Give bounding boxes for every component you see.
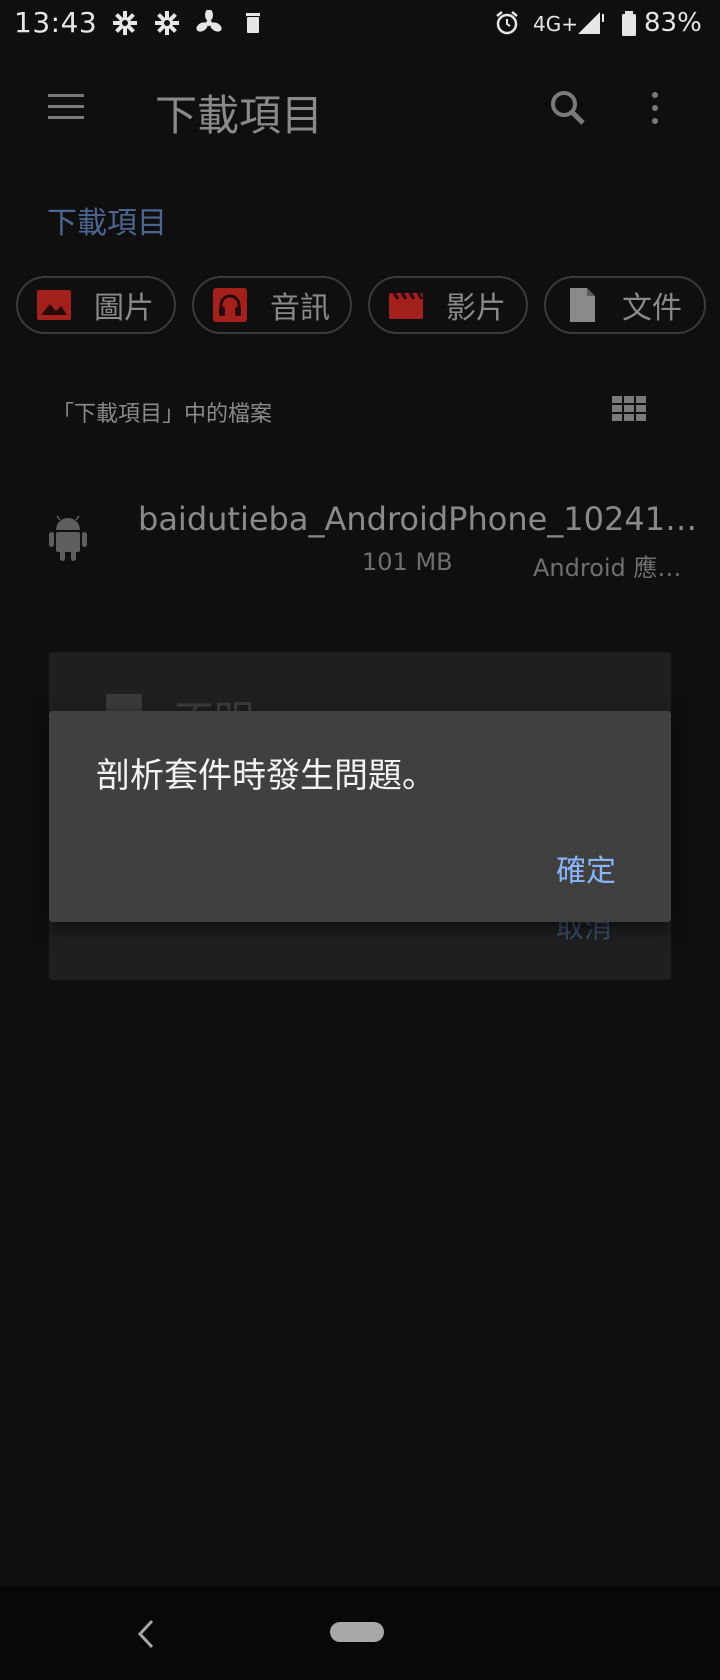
file-size: 101 MB (362, 548, 453, 576)
movie-icon (388, 287, 424, 323)
battery-icon (620, 10, 638, 36)
section-title: 下載項目 (47, 206, 167, 241)
trash-icon (240, 10, 266, 36)
chip-audio[interactable]: 音訊 (192, 276, 352, 334)
network-type: 4G+ (533, 12, 578, 36)
settings-icon (112, 10, 138, 36)
page-title: 下載項目 (155, 91, 324, 140)
headphones-icon (212, 287, 248, 323)
back-icon[interactable] (134, 1618, 158, 1650)
file-name: baidutieba_AndroidPhone_10241… (138, 500, 698, 538)
chip-video[interactable]: 影片 (368, 276, 528, 334)
status-time: 13:43 (14, 6, 98, 39)
file-type: Android 應… (533, 554, 682, 582)
grid-view-icon[interactable] (612, 396, 646, 422)
chip-label: 音訊 (270, 291, 330, 326)
chip-label: 影片 (446, 291, 506, 326)
home-pill[interactable] (330, 1622, 384, 1642)
signal-icon (576, 10, 608, 36)
ok-button[interactable]: 確定 (556, 846, 616, 890)
settings-icon (154, 10, 180, 36)
status-bar: 13:43 4G+ 83% (0, 0, 720, 46)
error-dialog (49, 711, 671, 922)
search-icon[interactable] (548, 88, 588, 128)
chip-images[interactable]: 圖片 (16, 276, 176, 334)
image-icon (36, 287, 72, 323)
battery-percent: 83% (644, 8, 702, 38)
dialog-message: 剖析套件時發生問題。 (96, 756, 436, 796)
chip-label: 圖片 (94, 291, 154, 326)
document-icon (564, 287, 600, 323)
fan-icon (196, 9, 222, 36)
files-section-label: 「下載項目」中的檔案 (52, 402, 273, 427)
chip-label: 文件 (622, 291, 682, 326)
more-vert-icon[interactable] (648, 88, 662, 128)
menu-icon[interactable] (48, 94, 84, 120)
chip-documents[interactable]: 文件 (544, 276, 706, 334)
alarm-icon (494, 10, 520, 36)
android-icon (48, 512, 88, 562)
